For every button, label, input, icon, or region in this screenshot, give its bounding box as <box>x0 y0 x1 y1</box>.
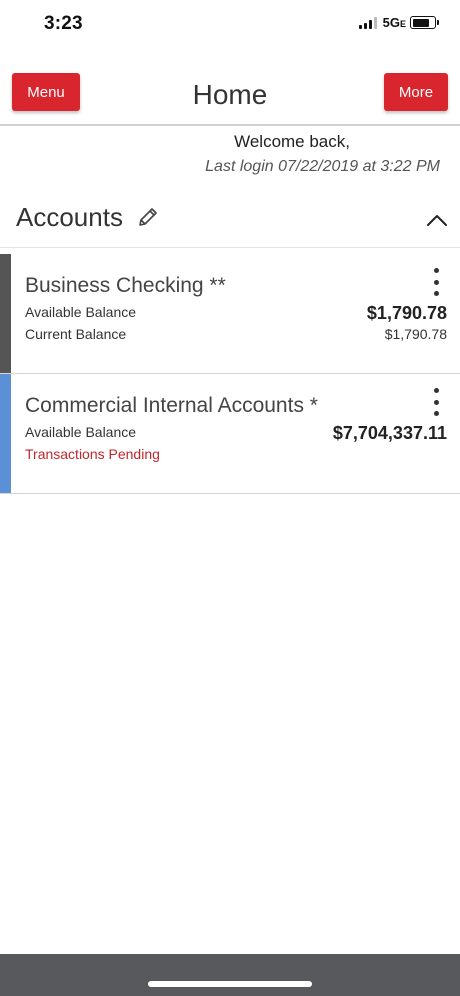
battery-icon <box>410 16 439 29</box>
welcome-greeting: Welcome back, <box>234 132 350 151</box>
available-balance-label: Available Balance <box>25 424 137 440</box>
pencil-icon[interactable] <box>136 205 160 229</box>
account-name: Business Checking ** <box>25 274 226 297</box>
account-color-stripe <box>0 374 11 493</box>
accounts-header: Accounts <box>0 190 460 248</box>
chevron-up-icon[interactable] <box>426 210 448 232</box>
status-time: 3:23 <box>44 13 83 34</box>
more-button[interactable]: More <box>384 73 448 111</box>
battery-level <box>412 18 430 27</box>
account-color-stripe <box>0 254 11 373</box>
account-name: Commercial Internal Accounts * <box>25 394 318 417</box>
account-card-business-checking[interactable]: Business Checking ** Available Balance $… <box>0 254 460 374</box>
welcome-message: Welcome back, Last login 07/22/2019 at 3… <box>205 130 440 181</box>
account-card-commercial-internal[interactable]: Commercial Internal Accounts * Available… <box>0 374 460 494</box>
available-balance-label: Available Balance <box>25 304 137 320</box>
available-balance-amount: $7,704,337.11 <box>332 423 447 443</box>
last-login: Last login 07/22/2019 at 3:22 PM <box>205 158 440 175</box>
home-indicator[interactable] <box>148 981 312 987</box>
status-indicators: 5GE <box>358 15 439 30</box>
more-vertical-icon[interactable] <box>432 268 440 296</box>
accounts-title: Accounts <box>16 202 123 232</box>
transactions-pending-status: Transactions Pending <box>25 446 160 462</box>
more-vertical-icon[interactable] <box>432 388 440 416</box>
available-balance-amount: $1,790.78 <box>366 303 447 323</box>
bottom-bar <box>0 954 460 996</box>
current-balance-label: Current Balance <box>25 326 127 342</box>
network-label: 5GE <box>382 15 406 30</box>
current-balance-amount: $1,790.78 <box>384 326 447 342</box>
signal-icon <box>358 16 377 29</box>
app-header: Menu Home More <box>0 50 460 126</box>
status-bar: 3:23 5GE <box>0 0 460 50</box>
